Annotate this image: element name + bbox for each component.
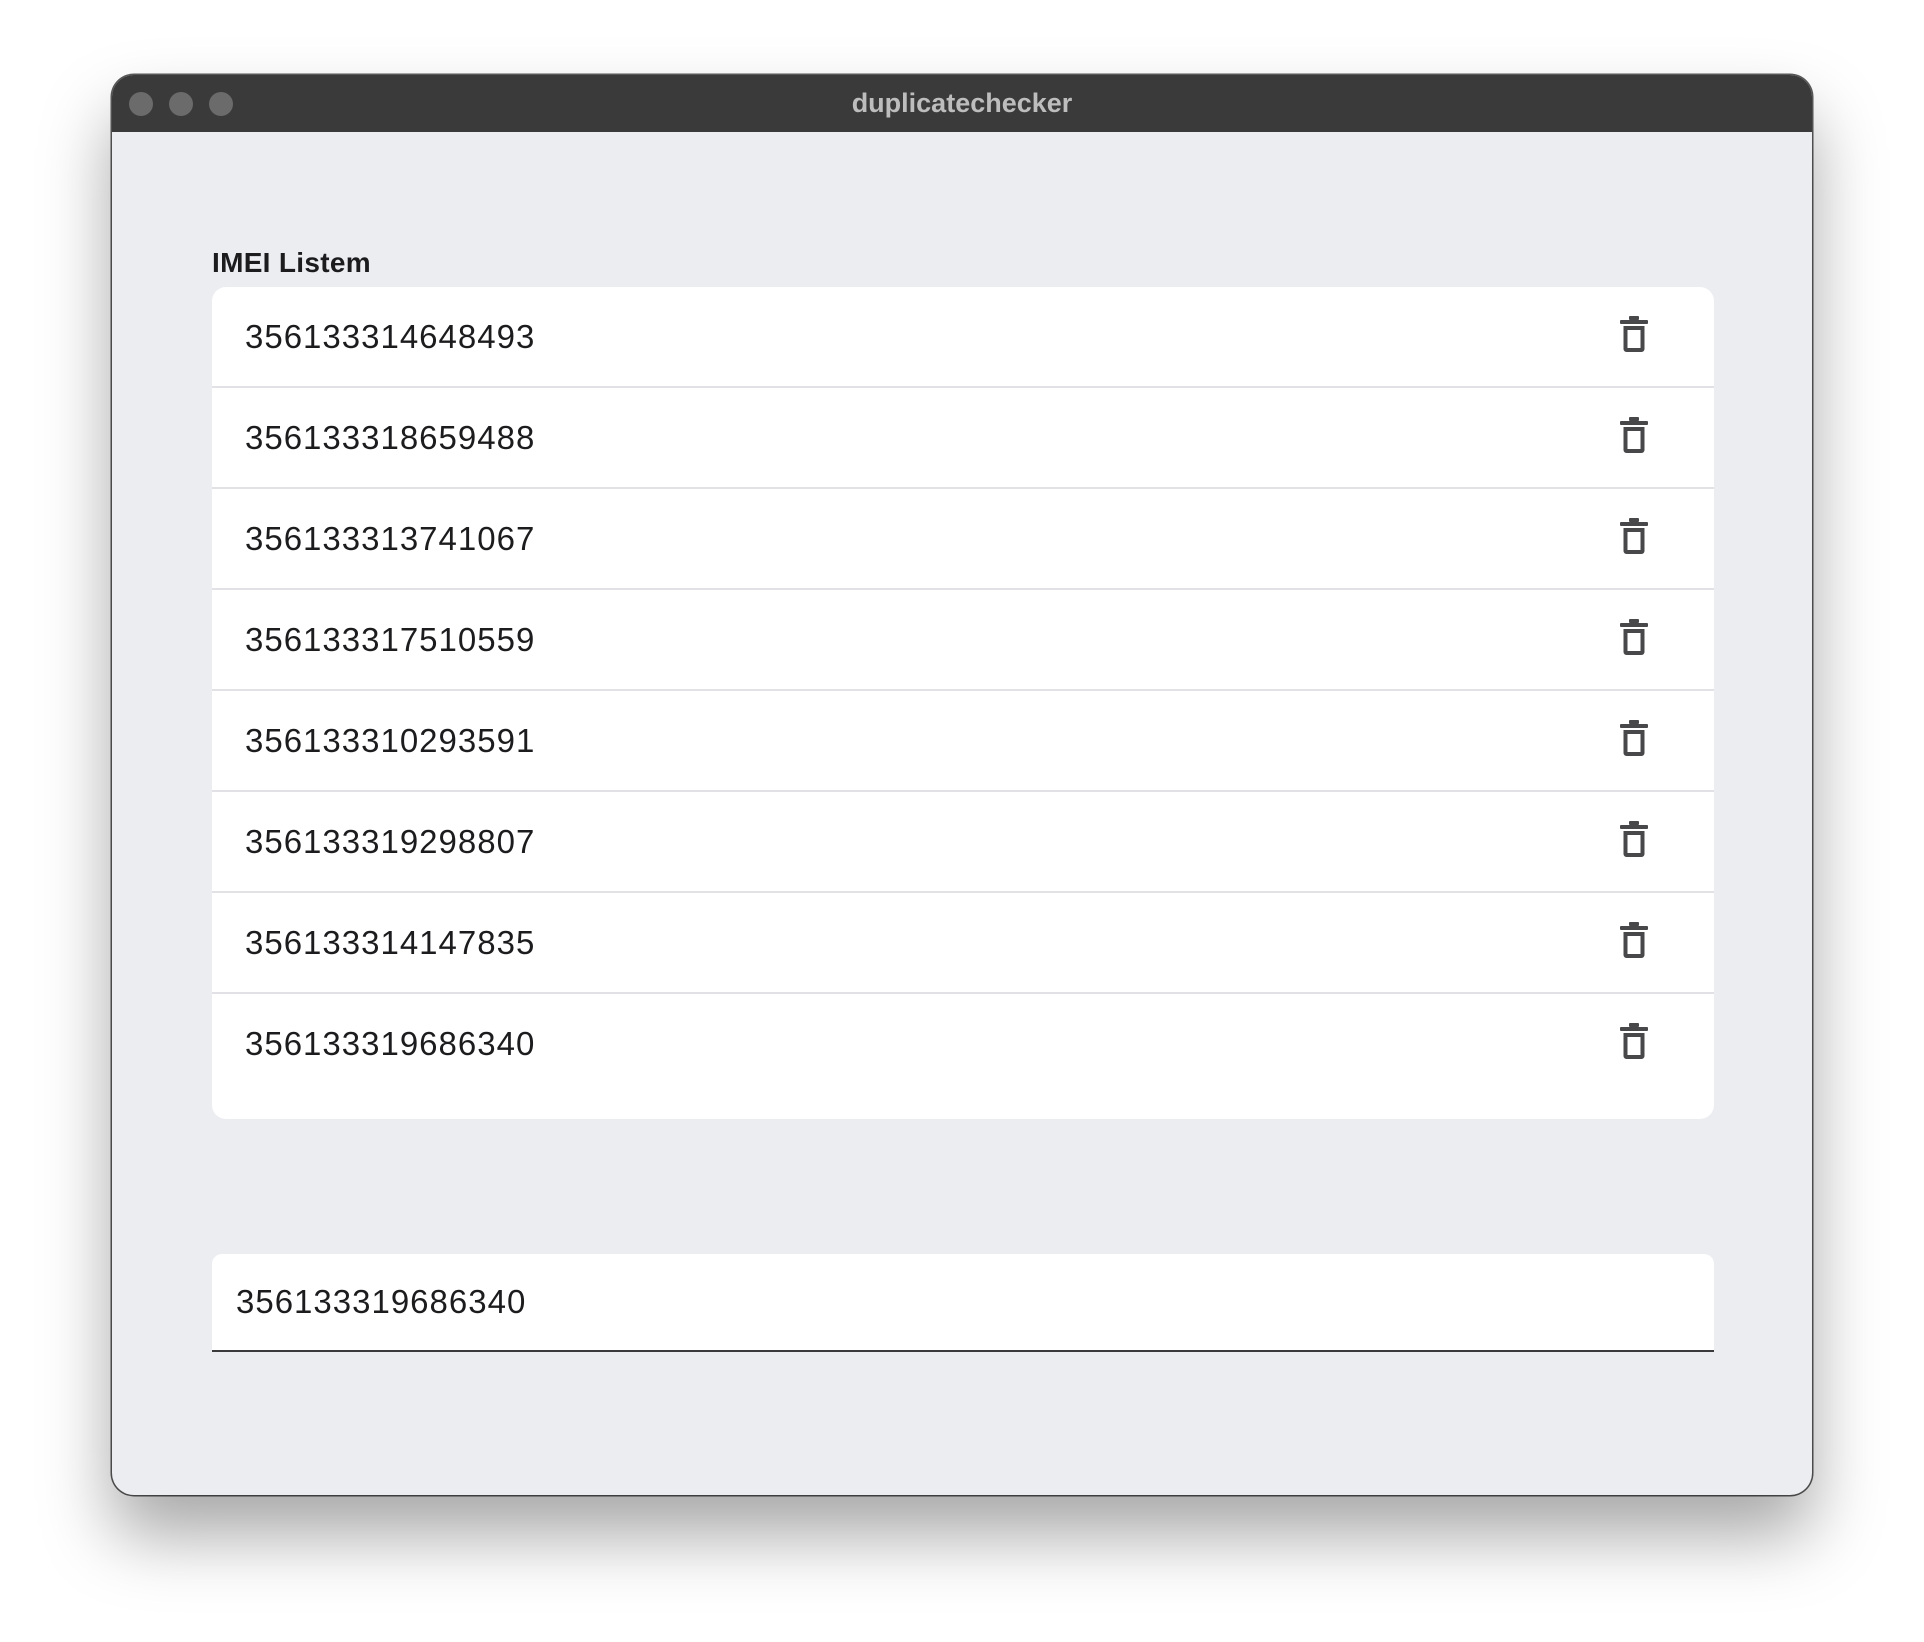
imei-input-container [212,1254,1714,1352]
trash-icon [1619,416,1649,459]
list-item: 356133313741067 [212,489,1714,590]
window-title: duplicatechecker [851,88,1073,118]
imei-value: 356133314147835 [245,923,536,961]
list-label: IMEI Listem [212,247,371,278]
imei-value: 356133314648493 [245,317,536,355]
imei-value: 356133319298807 [245,822,536,860]
delete-button[interactable] [1612,312,1656,362]
window-controls [129,92,233,116]
list-item: 356133319686340 [212,994,1714,1093]
imei-value: 356133310293591 [245,721,536,759]
list-item: 356133314147835 [212,893,1714,994]
minimize-window-button[interactable] [169,92,193,116]
trash-icon [1619,315,1649,358]
trash-icon [1619,618,1649,661]
delete-button[interactable] [1612,817,1656,867]
main-content: IMEI Listem 356133314648493 356133318659… [112,132,1812,1495]
trash-icon [1619,1022,1649,1065]
trash-icon [1619,517,1649,560]
list-item: 356133314648493 [212,287,1714,388]
imei-value: 356133313741067 [245,519,536,557]
trash-icon [1619,719,1649,762]
delete-button[interactable] [1612,514,1656,564]
delete-button[interactable] [1612,716,1656,766]
imei-input[interactable] [236,1254,1696,1350]
trash-icon [1619,921,1649,964]
close-window-button[interactable] [129,92,153,116]
imei-value: 356133318659488 [245,418,536,456]
zoom-window-button[interactable] [209,92,233,116]
app-window: duplicatechecker IMEI Listem 35613331464… [112,75,1812,1495]
delete-button[interactable] [1612,615,1656,665]
list-item: 356133310293591 [212,691,1714,792]
delete-button[interactable] [1612,413,1656,463]
trash-icon [1619,820,1649,863]
list-item: 356133317510559 [212,590,1714,691]
imei-list: 356133314648493 356133318659488 35613331… [212,287,1714,1119]
delete-button[interactable] [1612,918,1656,968]
delete-button[interactable] [1612,1019,1656,1069]
imei-value: 356133319686340 [245,1024,536,1062]
list-item: 356133318659488 [212,388,1714,489]
list-item: 356133319298807 [212,792,1714,893]
imei-value: 356133317510559 [245,620,536,658]
title-bar[interactable]: duplicatechecker [112,75,1812,132]
